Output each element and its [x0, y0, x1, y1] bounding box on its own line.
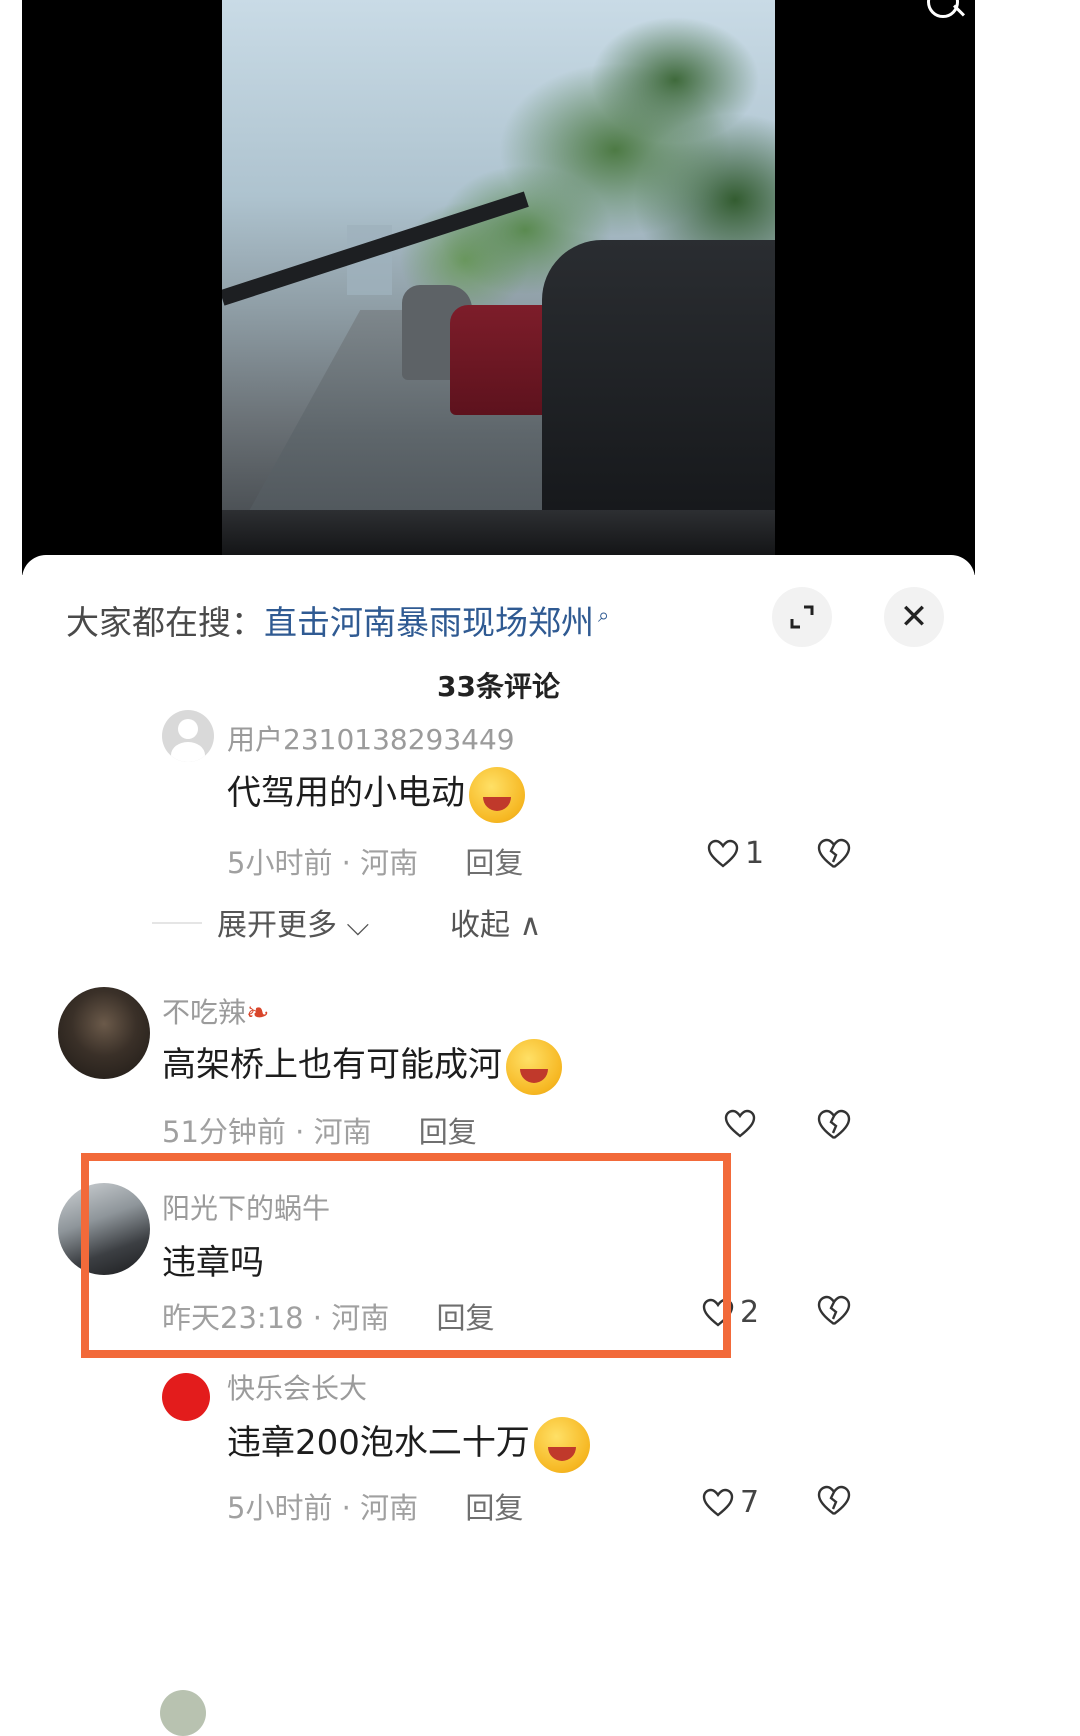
- comment-meta: 51分钟前 · 河南 回复: [162, 1109, 477, 1151]
- comment-text: 代驾用的小电动: [227, 765, 525, 823]
- comment-text: 高架桥上也有可能成河: [162, 1037, 562, 1095]
- broken-heart-icon[interactable]: [817, 1295, 851, 1327]
- comment-username-text: 不吃辣: [162, 996, 247, 1029]
- like-count: 7: [740, 1485, 760, 1520]
- heart-icon: [724, 1109, 756, 1138]
- comment-time: 51分钟前: [162, 1115, 286, 1149]
- comment-location: 河南: [313, 1115, 372, 1149]
- search-icon[interactable]: [927, 0, 959, 18]
- magnifier-icon: ⌕: [598, 603, 610, 627]
- heart-icon: [707, 839, 739, 868]
- meta-separator: ·: [295, 1115, 305, 1149]
- broken-heart-icon[interactable]: [817, 1485, 851, 1517]
- comment-username[interactable]: 快乐会长大: [227, 1367, 367, 1407]
- collapse-label: 收起: [450, 908, 510, 943]
- reply-toggle-row: 展开更多 ⌵ 收起 ∧: [22, 900, 975, 944]
- video-car-near: [542, 240, 775, 520]
- comment-meta: 5小时前 · 河南 回复: [227, 840, 523, 882]
- avatar[interactable]: [162, 710, 214, 762]
- heart-icon: [702, 1488, 734, 1517]
- comment-location: 河南: [360, 846, 419, 880]
- close-icon: ✕: [899, 597, 929, 637]
- trending-search-term[interactable]: 直击河南暴雨现场郑州: [264, 603, 594, 642]
- comment-time: 5小时前: [227, 846, 333, 880]
- meta-separator: ·: [341, 1491, 351, 1525]
- like-button[interactable]: 7: [702, 1485, 759, 1520]
- expand-more-label: 展开更多: [217, 908, 337, 943]
- comment-location: 河南: [360, 1491, 419, 1525]
- collapse-button[interactable]: 收起 ∧: [450, 900, 542, 944]
- highlight-annotation-box: [81, 1153, 731, 1358]
- cry-laugh-emoji-icon: [469, 766, 525, 823]
- like-count: 1: [745, 836, 765, 871]
- avatar[interactable]: [162, 1373, 210, 1421]
- trending-search-row[interactable]: 大家都在搜：直击河南暴雨现场郑州 ⌕: [66, 590, 610, 642]
- like-button[interactable]: [724, 1109, 762, 1139]
- close-button[interactable]: ✕: [884, 587, 944, 647]
- expand-icon: [790, 605, 814, 629]
- divider: [152, 922, 202, 924]
- expand-button[interactable]: [772, 587, 832, 647]
- meta-separator: ·: [341, 846, 351, 880]
- chili-icon: ❧: [246, 996, 270, 1029]
- chevron-up-icon: ∧: [519, 908, 542, 943]
- like-button[interactable]: 1: [707, 836, 764, 871]
- comment-text-content: 违章200泡水二十万: [227, 1423, 530, 1463]
- video-frame: [222, 0, 775, 560]
- video-player[interactable]: [22, 0, 975, 575]
- comment-time: 5小时前: [227, 1491, 333, 1525]
- avatar[interactable]: [160, 1690, 206, 1736]
- expand-more-button[interactable]: 展开更多 ⌵: [217, 900, 369, 944]
- comment-username[interactable]: 用户2310138293449: [227, 718, 515, 758]
- video-dashboard: [222, 510, 775, 560]
- comment-text-content: 高架桥上也有可能成河: [162, 1045, 502, 1085]
- broken-heart-icon[interactable]: [817, 838, 851, 870]
- comment-text: 违章200泡水二十万: [227, 1415, 590, 1473]
- comment-meta: 5小时前 · 河南 回复: [227, 1485, 523, 1527]
- avatar[interactable]: [58, 987, 150, 1079]
- comment-text-content: 代驾用的小电动: [227, 773, 465, 813]
- reply-button[interactable]: 回复: [465, 1491, 523, 1525]
- reply-button[interactable]: 回复: [419, 1115, 477, 1149]
- comment-username[interactable]: 不吃辣❧: [162, 991, 269, 1031]
- like-count: 2: [740, 1295, 760, 1330]
- worried-emoji-icon: [533, 1416, 590, 1473]
- comment-panel: 大家都在搜：直击河南暴雨现场郑州 ⌕ ✕ 33条评论 用户231013829344…: [22, 555, 975, 1715]
- comment-count: 33条评论: [437, 670, 560, 703]
- trending-search-label: 大家都在搜：: [66, 603, 264, 642]
- chevron-down-icon: ⌵: [346, 908, 370, 943]
- broken-heart-icon[interactable]: [817, 1109, 851, 1141]
- cry-emoji-icon: [506, 1038, 562, 1095]
- reply-button[interactable]: 回复: [465, 846, 523, 880]
